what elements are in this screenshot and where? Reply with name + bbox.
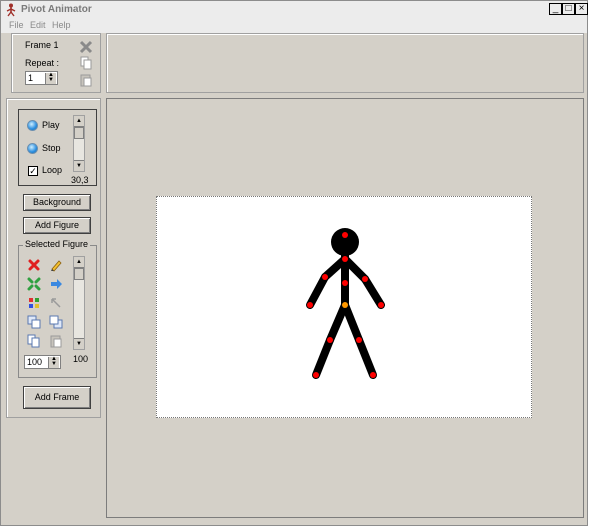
figure-thigh-left[interactable] (326, 301, 349, 344)
flip-figure-icon[interactable] (49, 277, 63, 291)
joint-knee-right[interactable] (356, 337, 362, 343)
frame-label: Frame 1 (25, 40, 59, 50)
size-readout: 100 (73, 354, 89, 364)
close-button[interactable]: × (575, 3, 588, 15)
joint-chest[interactable] (342, 280, 348, 286)
play-label[interactable]: Play (42, 120, 60, 130)
app-window: Pivot Animator _ □ × File Edit Help Fram… (0, 0, 588, 526)
scale-figure-icon[interactable] (49, 296, 63, 310)
speed-readout: 30,3 (71, 175, 89, 185)
colour-figure-icon[interactable] (27, 296, 41, 310)
scroll-up-icon[interactable]: ▲ (74, 116, 84, 127)
stick-figure[interactable] (157, 197, 531, 417)
menu-file[interactable]: File (9, 20, 24, 30)
figure-thigh-right[interactable] (341, 301, 363, 344)
figure-limbs[interactable] (306, 228, 385, 379)
figure-shin-right[interactable] (355, 336, 377, 379)
joint-head[interactable] (342, 232, 348, 238)
joint-elbow-right[interactable] (362, 276, 368, 282)
maximize-button[interactable]: □ (562, 3, 575, 15)
figure-lower-arm-left[interactable] (306, 273, 329, 309)
joint-neck[interactable] (342, 256, 348, 262)
copy-figure-icon[interactable] (27, 334, 41, 348)
joint-knee-left[interactable] (327, 337, 333, 343)
timeline-strip[interactable] (106, 33, 584, 93)
playback-box: Play Stop ✓ Loop ▲ ▼ 30,3 (18, 109, 97, 186)
speed-scrollbar[interactable]: ▲ ▼ (73, 115, 85, 172)
scroll-up-icon[interactable]: ▲ (74, 257, 84, 268)
stop-label[interactable]: Stop (42, 143, 61, 153)
play-icon[interactable] (27, 120, 38, 131)
back-figure-icon[interactable] (49, 315, 63, 329)
delete-frame-icon[interactable] (79, 40, 93, 54)
background-button[interactable]: Background (23, 194, 91, 211)
edit-figure-icon[interactable] (49, 258, 63, 272)
minimize-button[interactable]: _ (549, 3, 562, 15)
joint-hip-origin[interactable] (342, 302, 348, 308)
figure-shin-left[interactable] (312, 336, 334, 379)
joint-foot-left[interactable] (313, 372, 319, 378)
delete-figure-icon[interactable] (27, 258, 41, 272)
repeat-value: 1 (28, 73, 34, 83)
scroll-down-icon[interactable]: ▼ (74, 338, 84, 349)
copy-frame-icon[interactable] (79, 56, 93, 70)
canvas-area (106, 98, 584, 518)
spinner-arrows-icon[interactable]: ▲ ▼ (48, 356, 59, 368)
joint-hand-left[interactable] (307, 302, 313, 308)
loop-checkbox[interactable]: ✓ (28, 166, 38, 176)
repeat-spinner[interactable]: 1 ▲ ▼ (25, 71, 58, 85)
window-title: Pivot Animator (21, 4, 92, 15)
repeat-label: Repeat : (25, 58, 60, 68)
joint-hand-right[interactable] (378, 302, 384, 308)
size-spinner[interactable]: 100 ▲ ▼ (24, 355, 61, 369)
add-frame-button[interactable]: Add Frame (23, 386, 91, 409)
animation-stage[interactable] (156, 196, 532, 418)
scroll-thumb[interactable] (74, 268, 84, 280)
size-value: 100 (27, 357, 43, 367)
spinner-arrows-icon[interactable]: ▲ ▼ (45, 72, 56, 84)
frame-panel: Frame 1 Repeat : 1 ▲ ▼ (11, 33, 101, 93)
size-scrollbar[interactable]: ▲ ▼ (73, 256, 85, 350)
stickman-app-icon (6, 3, 16, 17)
scroll-down-icon[interactable]: ▼ (74, 160, 84, 171)
add-figure-button[interactable]: Add Figure (23, 217, 91, 234)
menu-help[interactable]: Help (52, 20, 71, 30)
joint-elbow-left[interactable] (322, 274, 328, 280)
selected-figure-title: Selected Figure (23, 239, 91, 249)
stop-icon[interactable] (27, 143, 38, 154)
selected-figure-group: Selected Figure ▲ ▼ 100 ▲ ▼ 100 (18, 239, 97, 378)
tools-panel: Play Stop ✓ Loop ▲ ▼ 30,3 Background Add… (6, 98, 101, 418)
front-figure-icon[interactable] (27, 315, 41, 329)
figure-lower-arm-right[interactable] (361, 275, 385, 309)
centre-figure-icon[interactable] (27, 277, 41, 291)
menu-edit[interactable]: Edit (30, 20, 46, 30)
title-bar: Pivot Animator _ □ × (1, 1, 588, 20)
paste-frame-icon[interactable] (79, 73, 93, 87)
joint-foot-right[interactable] (370, 372, 376, 378)
loop-label[interactable]: Loop (42, 165, 62, 175)
menu-bar: File Edit Help (1, 19, 587, 33)
paste-figure-icon[interactable] (49, 334, 63, 348)
scroll-thumb[interactable] (74, 127, 84, 139)
